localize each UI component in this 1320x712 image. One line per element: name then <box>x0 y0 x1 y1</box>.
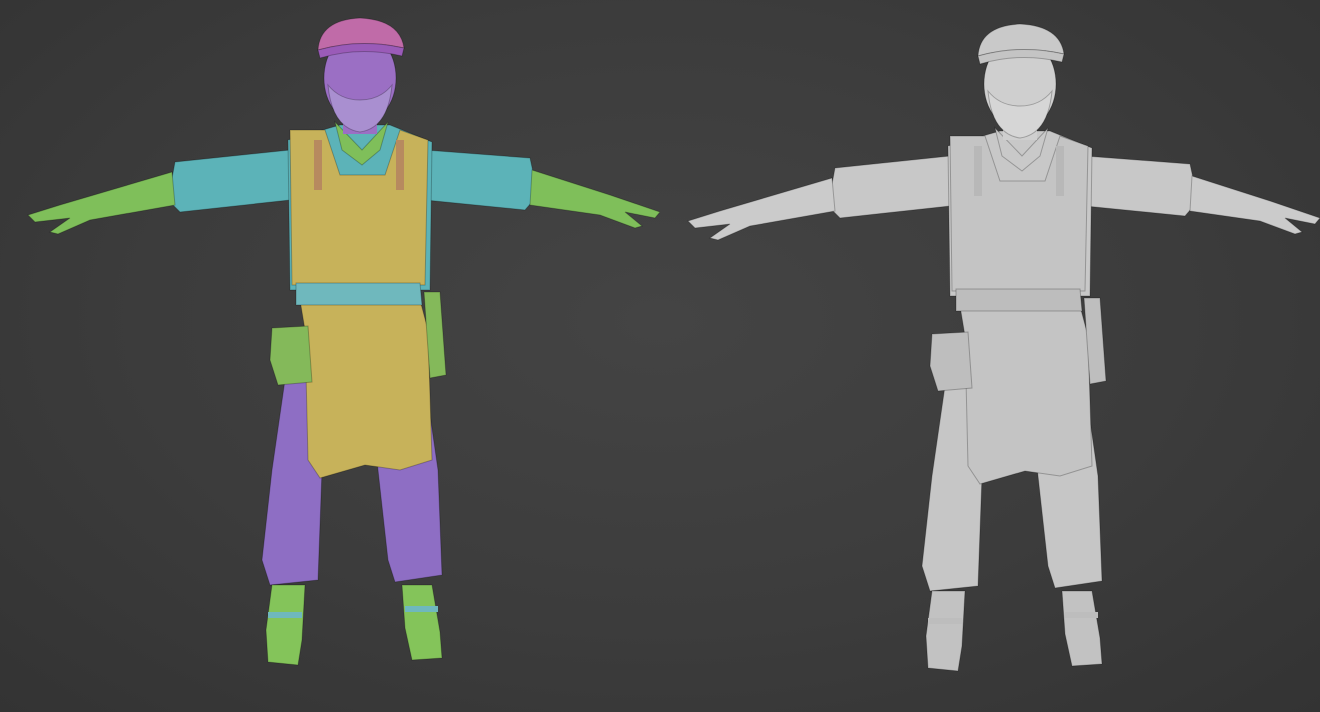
belt-pouch <box>929 331 973 392</box>
right-boot-strap <box>1065 612 1098 618</box>
left-sleeve <box>827 155 951 219</box>
right-boot <box>1061 590 1103 667</box>
figure-group <box>687 23 1320 672</box>
left-sleeve <box>167 149 291 213</box>
apron-skirt <box>959 305 1093 485</box>
right-forearm-hand <box>1189 175 1320 235</box>
right-sleeve <box>424 149 539 211</box>
belt <box>955 288 1083 312</box>
figure-group <box>27 17 660 666</box>
left-apron-strap <box>314 140 322 190</box>
left-boot-strap <box>928 618 962 624</box>
right-apron-strap <box>1056 146 1064 196</box>
grey-character-svg <box>687 23 1320 672</box>
right-boot <box>401 584 443 661</box>
grey-character-model <box>660 0 1320 712</box>
left-boot-strap <box>268 612 302 618</box>
colored-character-model <box>0 0 660 712</box>
left-boot <box>925 590 966 672</box>
left-forearm-hand <box>687 177 836 241</box>
belt <box>295 282 423 306</box>
right-forearm-hand <box>529 169 660 229</box>
belt-pouch <box>269 325 313 386</box>
colored-character-svg <box>27 17 660 666</box>
left-boot <box>265 584 306 666</box>
left-forearm-hand <box>27 171 176 235</box>
right-apron-strap <box>396 140 404 190</box>
right-sleeve <box>1084 155 1199 217</box>
apron-skirt <box>299 299 433 479</box>
left-apron-strap <box>974 146 982 196</box>
3d-viewport[interactable] <box>0 0 1320 712</box>
right-boot-strap <box>405 606 438 612</box>
